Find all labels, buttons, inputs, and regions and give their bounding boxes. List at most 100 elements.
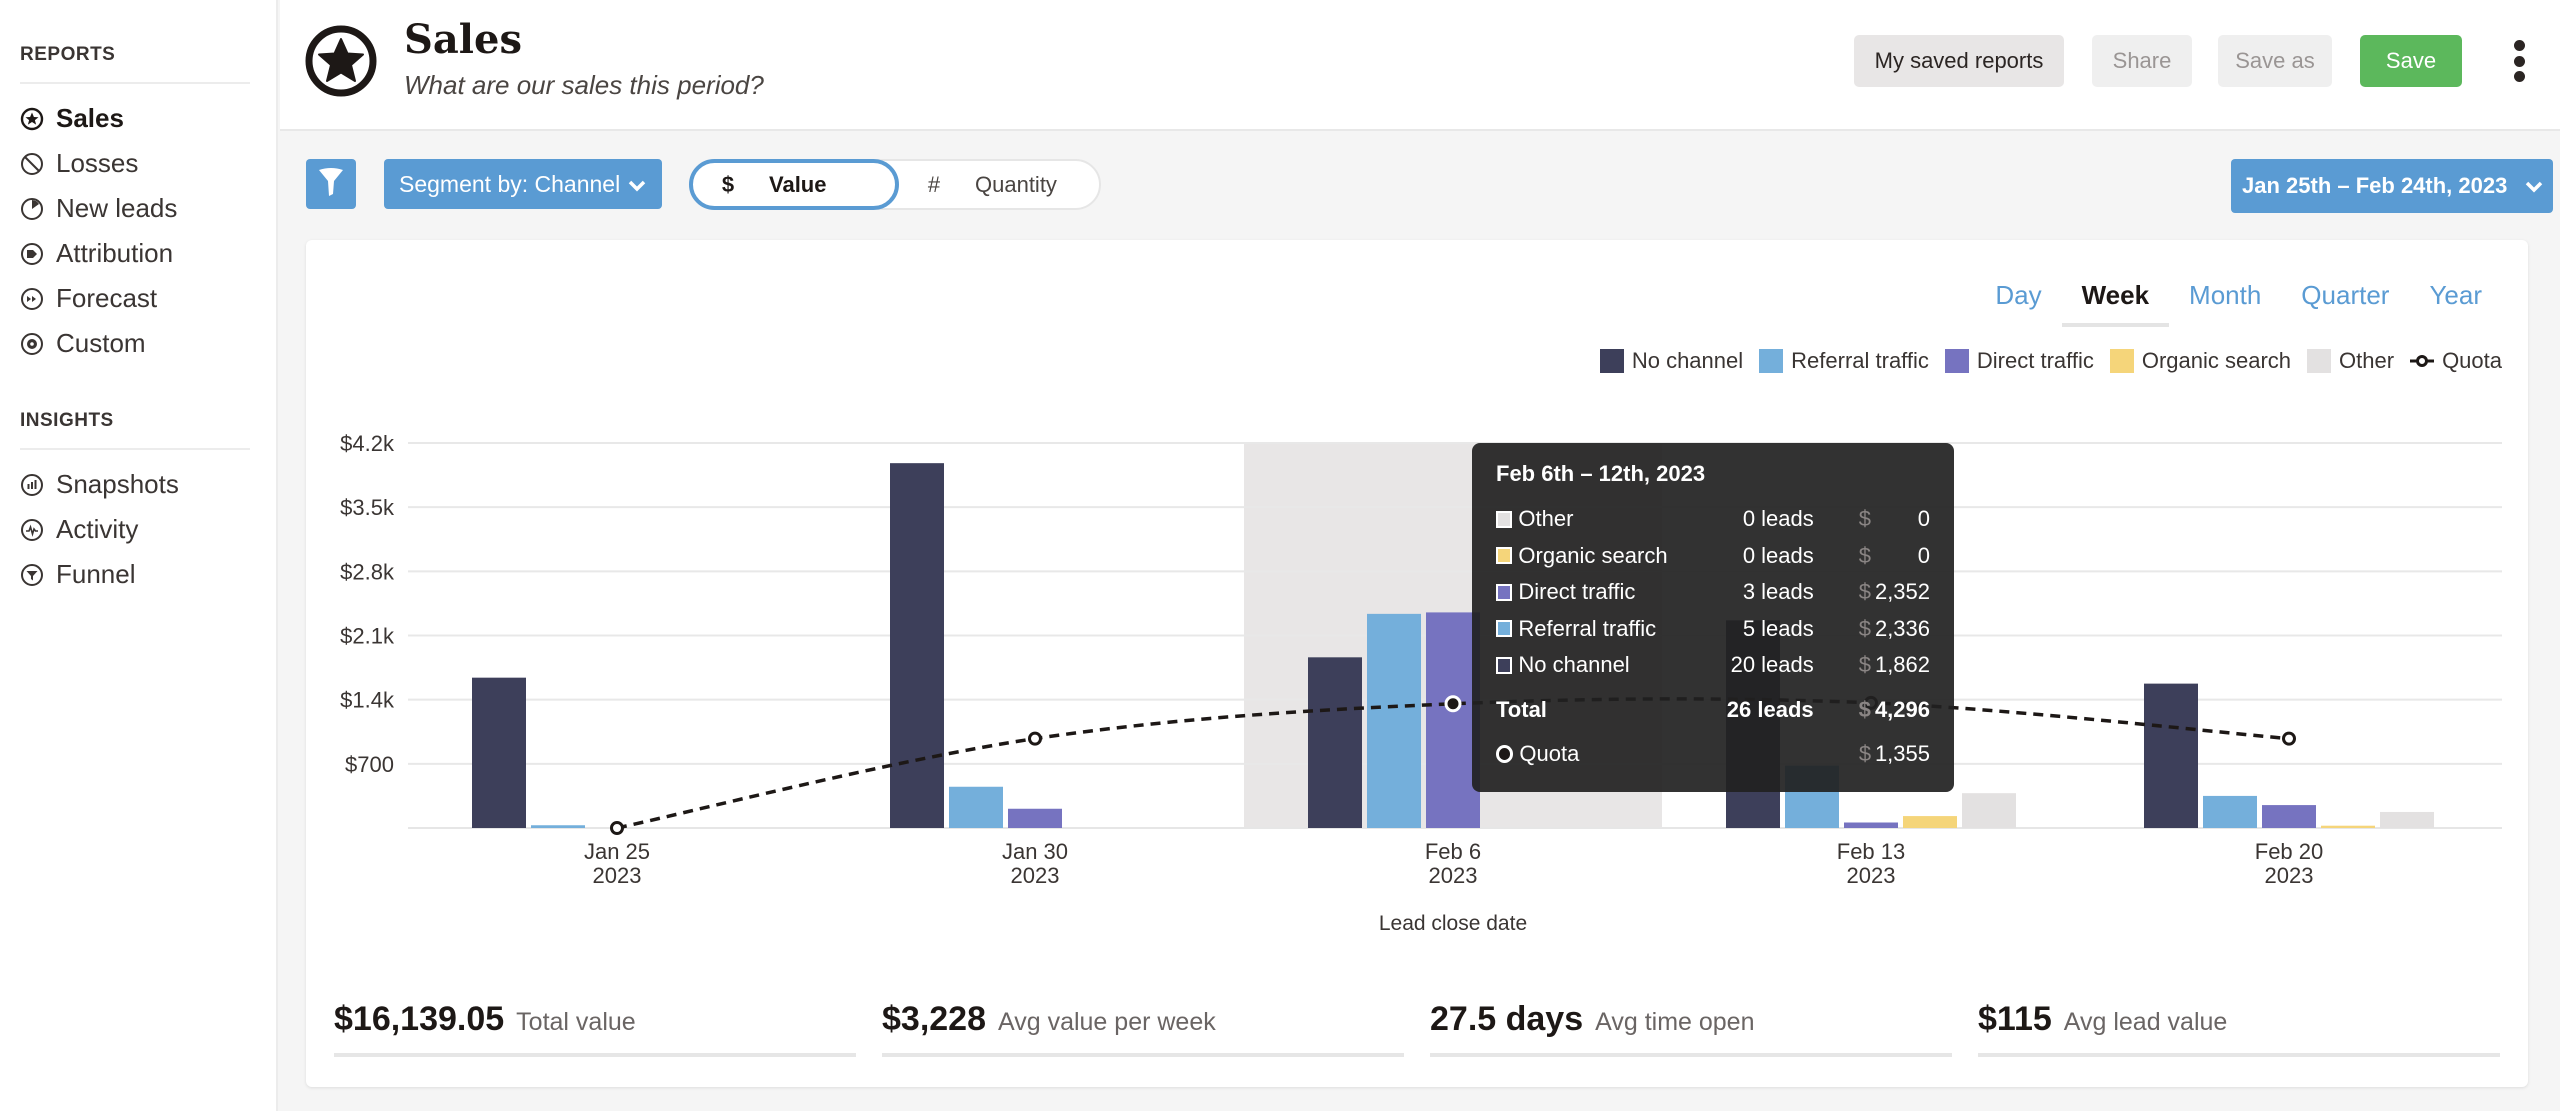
toggle-value[interactable]: $ Value (689, 159, 899, 210)
bar-no-channel-1[interactable] (890, 463, 944, 828)
x-tick-year-label: 2023 (2265, 863, 2314, 888)
bar-referral-4[interactable] (2203, 795, 2257, 828)
page-header: Sales What are our sales this period? My… (280, 0, 2560, 131)
tooltip-currency: $ (1858, 615, 1871, 641)
toggle-label: Value (769, 171, 827, 197)
bar-referral-1[interactable] (949, 786, 1003, 828)
bar-organic-4[interactable] (2321, 825, 2375, 828)
bar-direct-1[interactable] (1008, 808, 1062, 828)
x-tick-label: Feb 13 (1837, 839, 1906, 864)
bar-referral-2[interactable] (1367, 613, 1421, 828)
sidebar-item-sales[interactable]: Sales (20, 96, 256, 141)
tooltip-leads: 3 leads (1742, 579, 1814, 605)
toggle-quantity[interactable]: # Quantity (899, 159, 1103, 210)
sidebar-item-label: Activity (56, 514, 139, 544)
sidebar-item-attribution[interactable]: Attribution (20, 231, 256, 276)
bar-no-channel-4[interactable] (2144, 683, 2198, 828)
sidebar: REPORTS Sales Losses New leads Attributi… (0, 0, 278, 1111)
value-quantity-toggle: $ Value # Quantity (689, 159, 1101, 210)
dollar-icon: $ (721, 171, 735, 197)
sidebar-item-funnel[interactable]: Funnel (20, 552, 256, 597)
my-saved-reports-button[interactable]: My saved reports (1854, 35, 2064, 87)
sidebar-item-label: Custom (56, 328, 146, 358)
tooltip-currency: $ (1858, 696, 1871, 722)
tooltip-row-other: Other 0 leads $ 0 (1496, 501, 1930, 538)
save-button[interactable]: Save (2360, 35, 2462, 87)
hash-icon: # (927, 171, 941, 197)
kpi-row: $16,139.05 Total value $3,228 Avg value … (334, 1000, 2500, 1057)
tag-circle-icon (20, 242, 44, 266)
tooltip-row-quota: Quota $ 1,355 (1496, 736, 1930, 773)
x-tick-label: Jan 30 (1002, 839, 1068, 864)
tooltip-leads: 26 leads (1726, 696, 1814, 722)
tooltip-series-name: Direct traffic (1518, 579, 1636, 605)
chart-card: Day Week Month Quarter Year No channel R… (306, 240, 2528, 1087)
tooltip-series-name: Quota (1519, 741, 1580, 767)
segment-by-dropdown[interactable]: Segment by: Channel (384, 159, 662, 209)
sidebar-item-custom[interactable]: Custom (20, 321, 256, 366)
kpi-label: Avg time open (1595, 1008, 1755, 1036)
reports-list: Sales Losses New leads Attribution Forec… (20, 96, 256, 366)
y-tick-label: $2.1k (340, 624, 395, 649)
sidebar-item-forecast[interactable]: Forecast (20, 276, 256, 321)
prohibited-icon (20, 152, 44, 176)
y-tick-label: $1.4k (340, 688, 395, 713)
kpi-avg-value-per-week: $3,228 Avg value per week (882, 1000, 1404, 1057)
share-button[interactable]: Share (2092, 35, 2192, 87)
quota-point-0[interactable] (610, 821, 624, 835)
page-title: Sales (404, 16, 522, 63)
quota-point-4[interactable] (2282, 731, 2296, 746)
quota-marker-icon (1496, 745, 1514, 764)
bar-other-4[interactable] (2380, 811, 2434, 828)
bar-direct-4[interactable] (2262, 805, 2316, 828)
bar-chart-circle-icon (20, 473, 44, 497)
sidebar-item-losses[interactable]: Losses (20, 141, 256, 186)
bar-direct-3[interactable] (1844, 822, 1898, 829)
tooltip-value: 4,296 (1874, 696, 1930, 722)
tooltip-value: 2,352 (1874, 579, 1931, 605)
quota-point-2[interactable] (1444, 695, 1462, 713)
bar-other-3[interactable] (1962, 793, 2016, 828)
tooltip-row-referral: Referral traffic 5 leads $ 2,336 (1496, 611, 1930, 648)
sidebar-item-label: Snapshots (56, 469, 179, 499)
chevron-down-icon (628, 171, 646, 198)
tooltip-row-organic: Organic search 0 leads $ 0 (1496, 538, 1930, 575)
tooltip-swatch (1496, 656, 1513, 674)
tooltip-currency: $ (1858, 652, 1871, 678)
bar-organic-3[interactable] (1903, 816, 1957, 828)
y-tick-label: $3.5k (340, 495, 395, 520)
y-tick-label: $4.2k (340, 431, 395, 456)
sidebar-item-snapshots[interactable]: Snapshots (20, 462, 256, 507)
sidebar-item-activity[interactable]: Activity (20, 507, 256, 552)
x-tick-label: Feb 20 (2255, 839, 2324, 864)
tooltip-value: 0 (1917, 542, 1931, 568)
pulse-circle-icon (20, 518, 44, 542)
kpi-avg-lead-value: $115 Avg lead value (1978, 1000, 2500, 1057)
tooltip-row-direct: Direct traffic 3 leads $ 2,352 (1496, 574, 1930, 611)
segment-label: Segment by: Channel (399, 170, 621, 197)
save-as-button[interactable]: Save as (2218, 35, 2332, 87)
fast-forward-circle-icon (20, 287, 44, 311)
bar-no-channel-2[interactable] (1308, 657, 1362, 828)
bar-referral-0[interactable] (531, 825, 585, 828)
y-tick-label: $700 (345, 752, 394, 777)
tooltip-swatch (1496, 547, 1513, 565)
more-options-icon[interactable] (2512, 40, 2526, 82)
date-range-label: Jan 25th – Feb 24th, 2023 (2242, 173, 2508, 198)
x-tick-year-label: 2023 (1847, 863, 1896, 888)
sidebar-item-label: Sales (56, 103, 124, 133)
kpi-value: $115 (1978, 1000, 2052, 1038)
x-tick-year-label: 2023 (1429, 863, 1478, 888)
quota-point-1[interactable] (1028, 731, 1042, 746)
tooltip-series-name: No channel (1518, 652, 1630, 678)
date-range-dropdown[interactable]: Jan 25th – Feb 24th, 2023 (2231, 159, 2553, 213)
bar-no-channel-0[interactable] (472, 677, 526, 828)
tooltip-value: 1,862 (1874, 652, 1931, 678)
tooltip-swatch (1496, 510, 1513, 528)
sidebar-item-new-leads[interactable]: New leads (20, 186, 256, 231)
x-tick-year-label: 2023 (593, 863, 642, 888)
filter-button[interactable] (306, 159, 356, 209)
sidebar-item-label: Attribution (56, 238, 174, 268)
tooltip-currency: $ (1858, 579, 1871, 605)
sales-star-icon (304, 24, 378, 98)
